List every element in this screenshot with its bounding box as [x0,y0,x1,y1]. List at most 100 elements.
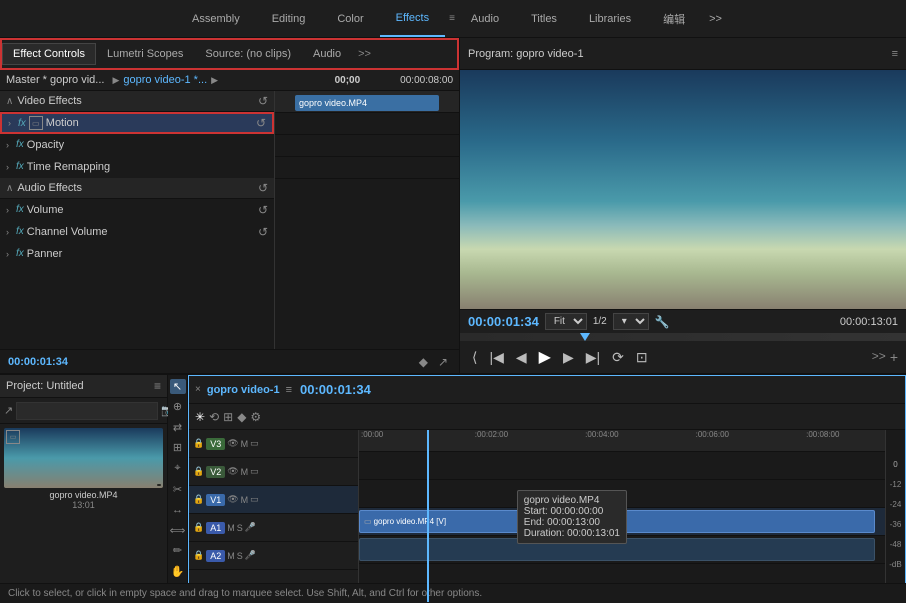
transport-step-fwd-btn[interactable]: ▶ [559,347,578,368]
track-v3-clip-icon[interactable]: ▭ [250,438,259,449]
track-v1-vis[interactable]: M [241,495,249,505]
opacity-expand-icon[interactable]: › [6,140,9,150]
video-effects-section[interactable]: ∧ Video Effects ↺ [0,91,274,112]
tab-effect-controls[interactable]: Effect Controls [2,43,96,65]
project-item-thumbnail[interactable]: ▭ [4,428,163,488]
track-a2-solo-icon[interactable]: S [237,551,243,561]
tool-razor[interactable]: ✂ [170,482,186,497]
track-area-v3[interactable] [359,452,885,480]
nav-assembly[interactable]: Assembly [176,0,256,37]
tool-selection[interactable]: ↖ [170,379,186,394]
tl-settings-icon[interactable]: ⚙ [250,410,261,424]
track-a2-mic-icon[interactable]: 🎤 [245,550,256,561]
nav-edit-chinese[interactable]: 编辑 [647,0,701,37]
transport-export-frame-btn[interactable]: ⊡ [632,347,652,368]
track-a2-name-btn[interactable]: A2 [206,550,225,562]
tool-slip[interactable]: ↔ [170,502,186,517]
motion-effect-row[interactable]: › fx ▭ Motion ↺ [0,112,274,134]
volume-expand-icon[interactable]: › [6,205,9,215]
transport-add-btn[interactable]: + [890,349,898,365]
panner-expand-icon[interactable]: › [6,249,9,259]
tl-ripple-icon[interactable]: ⟲ [209,410,219,424]
timeline-ruler[interactable]: :00:00 :00:02:00 :00:04:00 :00:06:00 :00… [359,430,885,452]
tab-bar-more[interactable]: >> [352,48,377,60]
track-v2-vis[interactable]: M [241,467,249,477]
nav-more[interactable]: >> [701,13,730,25]
timeline-menu-icon[interactable]: ≡ [286,384,292,396]
program-fit-select[interactable]: Fit [545,313,587,330]
transport-more-btn[interactable]: >> [872,349,886,365]
program-wrench-icon[interactable]: 🔧 [655,315,670,329]
track-v2-lock[interactable]: 🔒 [193,466,204,477]
opacity-effect-row[interactable]: › fx Opacity [0,134,274,156]
track-a2-lock[interactable]: 🔒 [193,550,204,561]
channel-volume-expand-icon[interactable]: › [6,227,9,237]
project-search-input[interactable] [16,402,158,420]
track-a1-lock[interactable]: 🔒 [193,522,204,533]
timeline-current-timecode[interactable]: 00:00:01:34 [300,382,371,397]
time-remapping-effect-row[interactable]: › fx Time Remapping [0,156,274,178]
transport-play-btn[interactable]: ▶ [535,345,555,369]
tool-track-select[interactable]: ⊕ [170,400,186,415]
track-v1-eye-icon[interactable]: 👁 [227,494,238,505]
track-v3-name-btn[interactable]: V3 [206,438,225,450]
track-v1-name-btn[interactable]: V1 [206,494,225,506]
track-a1-name-btn[interactable]: A1 [206,522,225,534]
channel-volume-effect-row[interactable]: › fx Channel Volume ↺ [0,221,274,243]
ec-add-keyframe-btn[interactable]: ◆ [416,354,431,370]
volume-effect-row[interactable]: › fx Volume ↺ [0,199,274,221]
tab-lumetri-scopes[interactable]: Lumetri Scopes [96,43,194,65]
tool-slide[interactable]: ⟺ [170,523,186,538]
nav-editing[interactable]: Editing [256,0,322,37]
track-v3-camera-icon[interactable]: 👁 [227,438,238,449]
project-panel-menu-icon[interactable]: ≡ [154,379,161,393]
tool-rolling-edit[interactable]: ⊞ [170,441,186,456]
track-v2-eye-icon[interactable]: 👁 [227,466,238,477]
track-a1-mic-icon[interactable]: 🎤 [245,522,256,533]
motion-expand-icon[interactable]: › [8,118,11,128]
transport-next-edit-btn[interactable]: ▶| [582,347,604,368]
nav-effects[interactable]: Effects [380,0,445,37]
track-v1-clip-icon[interactable]: ▭ [250,494,259,505]
transport-jump-start-btn[interactable]: ⟨ [468,347,481,368]
time-remapping-expand-icon[interactable]: › [6,162,9,172]
track-a2-mute-icon[interactable]: M [227,551,235,561]
nav-audio[interactable]: Audio [455,0,515,37]
tab-audio[interactable]: Audio [302,43,352,65]
panner-effect-row[interactable]: › fx Panner [0,243,274,265]
nav-libraries[interactable]: Libraries [573,0,647,37]
ec-export-btn[interactable]: ↗ [435,354,451,370]
volume-reset-icon[interactable]: ↺ [258,203,268,217]
program-fraction-select[interactable]: ▾ [613,313,649,330]
tool-hand[interactable]: ✋ [170,564,186,579]
video-effects-reset-icon[interactable]: ↺ [258,94,268,108]
tool-ripple-edit[interactable]: ⇄ [170,420,186,435]
tab-source[interactable]: Source: (no clips) [194,43,302,65]
channel-volume-reset-icon[interactable]: ↺ [258,225,268,239]
track-v3-vis[interactable]: M [241,439,249,449]
nav-color[interactable]: Color [321,0,379,37]
tl-markers-icon[interactable]: ◆ [237,410,246,424]
track-a1-solo-icon[interactable]: S [237,523,243,533]
track-v1-lock[interactable]: 🔒 [193,494,204,505]
program-scrubber-ruler[interactable] [460,333,906,341]
clip-name[interactable]: gopro video-1 *... [123,74,207,86]
motion-reset-icon[interactable]: ↺ [256,116,266,130]
tool-pen[interactable]: ✏ [170,543,186,558]
timeline-close-icon[interactable]: × [195,384,201,395]
tl-magnet-icon[interactable]: ✳ [195,410,205,424]
track-v2-clip-icon[interactable]: ▭ [250,466,259,477]
track-v3-lock[interactable]: 🔒 [193,438,204,449]
tl-linked-icon[interactable]: ⊞ [223,410,233,424]
tool-rate-stretch[interactable]: ⌖ [170,461,186,476]
nav-titles[interactable]: Titles [515,0,573,37]
audio-effects-section[interactable]: ∧ Audio Effects ↺ [0,178,274,199]
audio-effects-reset-icon[interactable]: ↺ [258,181,268,195]
transport-step-back-btn[interactable]: ◀ [512,347,531,368]
transport-loop-btn[interactable]: ⟳ [608,347,628,368]
track-a1-mute-icon[interactable]: M [227,523,235,533]
project-tool-arrow[interactable]: ↗ [4,404,13,417]
transport-prev-edit-btn[interactable]: |◀ [485,347,507,368]
track-v2-name-btn[interactable]: V2 [206,466,225,478]
program-monitor-menu-icon[interactable]: ≡ [892,48,898,60]
